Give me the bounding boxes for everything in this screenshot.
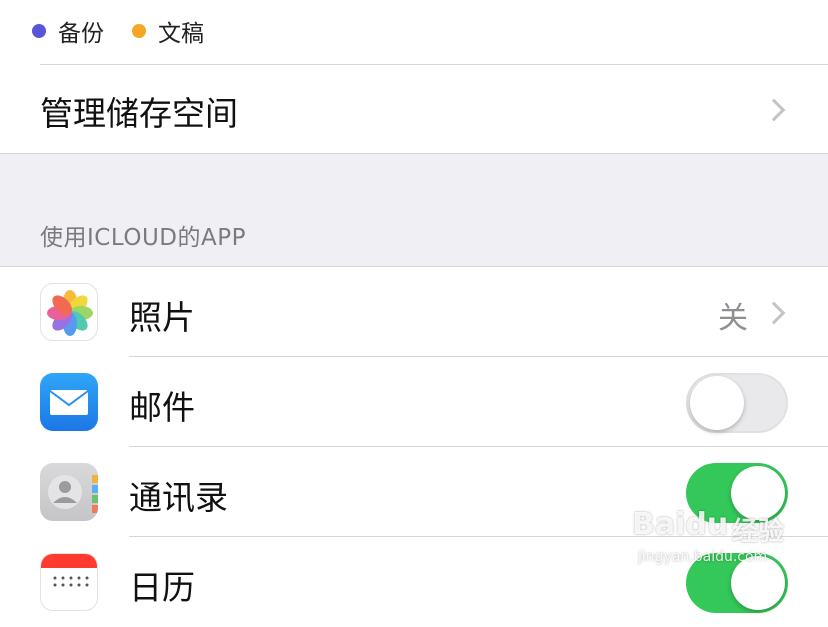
app-name: 照片 [129, 298, 195, 337]
watermark-brand: Baidu [632, 507, 729, 542]
legend-item-documents: 文稿 [132, 14, 204, 48]
legend-label: 文稿 [158, 21, 204, 47]
contacts-icon [40, 463, 98, 521]
storage-legend: 备份 文稿 [0, 0, 828, 64]
apps-section-header: 使用ICLOUD的APP [40, 225, 246, 251]
legend-item-backup: 备份 [32, 14, 104, 48]
manage-storage-row[interactable]: 管理储存空间 [0, 65, 828, 153]
mail-toggle[interactable] [686, 373, 788, 433]
photos-icon [40, 283, 98, 341]
legend-label: 备份 [58, 21, 104, 47]
chevron-right-icon [762, 98, 786, 122]
mail-icon [40, 373, 98, 431]
app-name: 日历 [129, 568, 195, 607]
section-gap: 使用ICLOUD的APP [0, 154, 828, 266]
watermark-cn: 经验 [732, 517, 785, 547]
watermark-url: jingyan.baidu.com [638, 549, 768, 565]
legend-dot-documents [132, 24, 146, 38]
legend-dot-backup [32, 24, 46, 38]
app-row-mail: 邮件 [0, 357, 828, 447]
calendar-icon [40, 553, 98, 611]
app-status-value: 关 [718, 301, 748, 336]
app-name: 通讯录 [129, 478, 228, 517]
baidu-watermark: Baidu 经验 jingyan.baidu.com [632, 505, 802, 575]
toggle-knob [690, 376, 744, 430]
chevron-right-icon [762, 301, 786, 325]
app-row-photos[interactable]: 照片 关 [0, 267, 828, 357]
manage-storage-label: 管理储存空间 [40, 94, 238, 133]
app-name: 邮件 [129, 388, 195, 427]
